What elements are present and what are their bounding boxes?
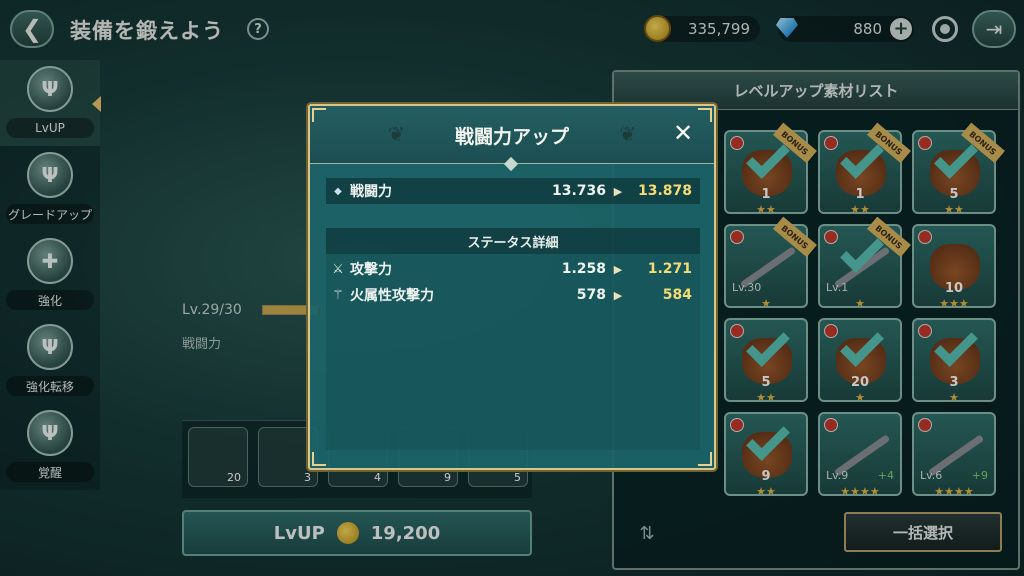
stat-new-value: 1.271	[647, 261, 692, 277]
stat-old-value: 1.258	[561, 261, 606, 277]
dialog-title: 戦闘力アップ	[454, 126, 569, 148]
stat-old-value: 13.736	[551, 183, 606, 199]
bullet-icon: ◆	[334, 185, 342, 197]
stat-old-value: 578	[576, 287, 606, 303]
combat-power-row: ◆ 戦闘力 13.736 ▶ 13.878	[326, 178, 700, 204]
power-up-dialog: ❦ 戦闘力アップ ❦ ✕ ◆ 戦闘力 13.736 ▶ 13.878 ステータス…	[308, 104, 716, 470]
fire-sword-icon: ⚚	[332, 287, 344, 303]
stat-name: 戦闘力	[350, 184, 392, 200]
status-detail-header: ステータス詳細	[326, 228, 700, 254]
stat-name: 攻撃力	[350, 262, 392, 278]
stat-name: 火属性攻撃力	[350, 288, 434, 304]
corner-ornament	[698, 452, 712, 466]
corner-ornament	[698, 108, 712, 122]
fire-attack-row: ⚚ 火属性攻撃力 578 ▶ 584	[326, 282, 700, 308]
leaf-ornament-icon: ❦	[619, 122, 636, 146]
stat-new-value: 13.878	[637, 183, 692, 199]
close-icon[interactable]: ✕	[670, 120, 696, 146]
crossed-swords-icon: ⚔	[332, 261, 344, 277]
corner-ornament	[312, 452, 326, 466]
attack-row: ⚔ 攻撃力 1.258 ▶ 1.271	[326, 256, 700, 282]
arrow-right-icon: ▶	[613, 288, 623, 302]
dialog-header: ❦ 戦闘力アップ ❦ ✕	[310, 106, 714, 164]
stat-new-value: 584	[662, 287, 692, 303]
arrow-right-icon: ▶	[613, 184, 623, 198]
arrow-right-icon: ▶	[613, 262, 623, 276]
corner-ornament	[312, 108, 326, 122]
